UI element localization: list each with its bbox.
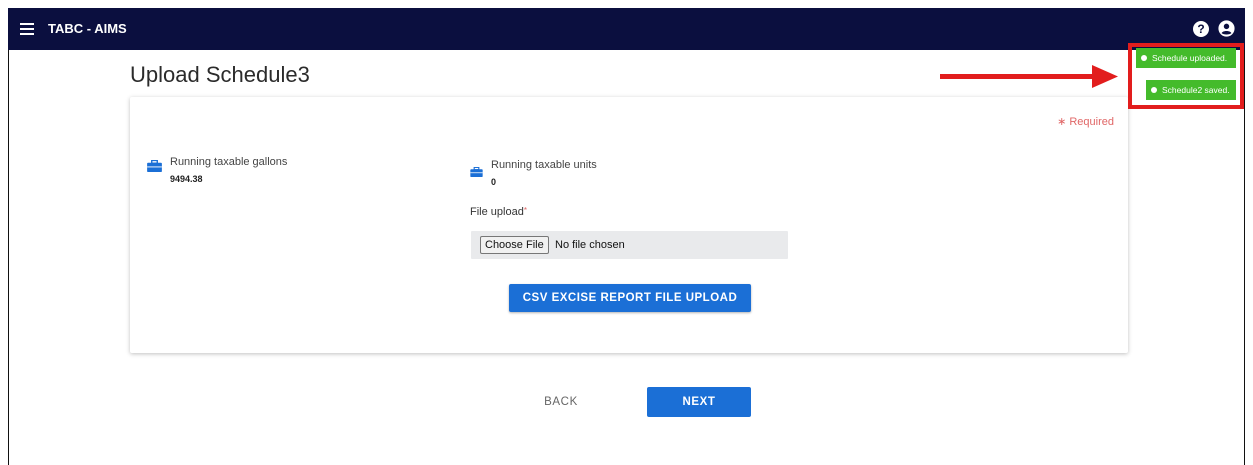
toast-schedule-uploaded[interactable]: Schedule uploaded. (1136, 48, 1236, 68)
next-button[interactable]: NEXT (647, 387, 751, 417)
toast-text: Schedule uploaded. (1152, 53, 1228, 63)
toast-schedule2-saved[interactable]: Schedule2 saved. (1146, 80, 1236, 100)
status-dot-icon (1141, 55, 1147, 61)
status-dot-icon (1151, 87, 1157, 93)
help-icon[interactable]: ? (1193, 21, 1209, 37)
gallons-value: 9494.38 (170, 174, 203, 184)
user-circle-icon[interactable] (1218, 20, 1235, 37)
toast-text: Schedule2 saved. (1162, 85, 1230, 95)
briefcase-icon (147, 160, 162, 172)
back-button[interactable]: BACK (526, 387, 596, 417)
app-title[interactable]: TABC - AIMS (48, 21, 127, 36)
units-value: 0 (491, 177, 497, 187)
upload-card: ∗ Required Running taxable gallons 9494.… (130, 97, 1128, 353)
file-upload-label: File upload* (470, 206, 527, 218)
annotation-arrow (940, 65, 1118, 88)
file-upload-input[interactable]: Choose File No file chosen (471, 231, 788, 259)
csv-upload-button[interactable]: CSV EXCISE REPORT FILE UPLOAD (509, 284, 751, 312)
top-navbar: TABC - AIMS ? (8, 8, 1245, 50)
gallons-label: Running taxable gallons (170, 156, 288, 168)
choose-file-button[interactable]: Choose File (480, 236, 549, 254)
required-note: ∗ Required (1057, 116, 1114, 128)
no-file-text: No file chosen (555, 239, 625, 251)
required-asterisk: * (523, 206, 527, 215)
units-label: Running taxable units (491, 159, 597, 171)
page-title: Upload Schedule3 (130, 62, 310, 87)
briefcase-icon (470, 167, 483, 177)
file-upload-label-text: File upload (470, 206, 524, 218)
hamburger-menu-icon[interactable] (20, 23, 34, 35)
